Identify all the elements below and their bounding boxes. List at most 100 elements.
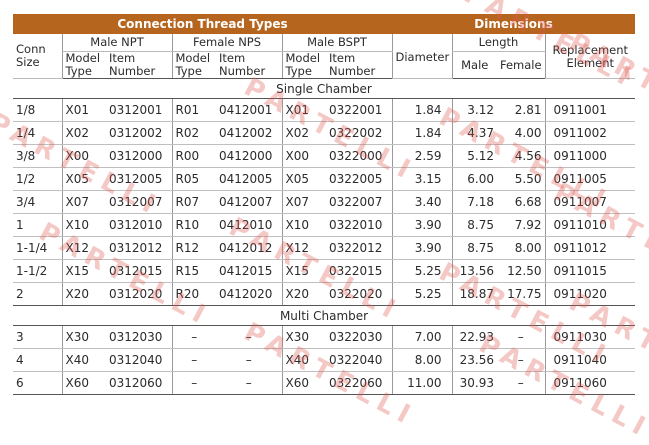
female-nps-item-cell: 0412002	[216, 121, 282, 145]
male-npt-item-cell: 0312000	[106, 144, 172, 168]
female-nps-item-cell: 0412015	[216, 259, 282, 283]
male-npt-item-cell: 0312020	[106, 282, 172, 306]
female-nps-model-cell: –	[171, 371, 216, 395]
header-row-groups: Conn Size Male NPT Female NPS Male BSPT …	[13, 34, 636, 79]
female-nps-item-cell: 0412007	[216, 190, 282, 214]
male-bspt-item-cell: 0322001	[326, 98, 392, 122]
conn-size-cell: 2	[13, 282, 62, 306]
male-bspt-model-cell: X05	[281, 167, 326, 191]
male-bspt-header: Male BSPT	[281, 34, 392, 52]
male-npt-item-cell: 0312010	[106, 213, 172, 237]
replacement-element-cell: 0911000	[544, 144, 636, 168]
male-bspt-item-cell: 0322060	[326, 371, 392, 395]
male-npt-item-cell: 0312040	[106, 348, 172, 372]
length-female-header: Female	[497, 51, 545, 79]
male-bspt-item-cell: 0322012	[326, 236, 392, 260]
length-female-cell: 17.75	[497, 282, 545, 306]
group-heading-row: Multi Chamber	[13, 305, 636, 326]
replacement-element-header: Replacement Element	[544, 34, 636, 79]
diameter-cell: 1.84	[391, 98, 452, 122]
male-bspt-item-cell: 0322002	[326, 121, 392, 145]
length-female-cell: 4.56	[497, 144, 545, 168]
length-male-header: Male	[451, 51, 497, 79]
male-npt-model-cell: X40	[61, 348, 106, 372]
conn-size-cell: 3/8	[13, 144, 62, 168]
female-nps-model-cell: –	[171, 325, 216, 349]
length-male-cell: 5.12	[451, 144, 497, 168]
table-row: 3/4 X07 0312007 R07 0412007 X07 0322007 3.40 7.1…	[13, 190, 636, 214]
table-row: 3/8 X00 0312000 R00 0412000 X00 0322000 2.59 5.1…	[13, 144, 636, 168]
length-male-cell: 8.75	[451, 213, 497, 237]
male-npt-model-cell: X15	[61, 259, 106, 283]
replacement-element-cell: 0911015	[544, 259, 636, 283]
dimensions-heading: Dimensions	[392, 14, 636, 34]
female-nps-item-cell: –	[216, 325, 282, 349]
female-nps-header: Female NPS	[171, 34, 282, 52]
female-nps-item-cell: 0412020	[216, 282, 282, 306]
table-row: 6 X60 0312060– – X60 0322060 11.00 30.93–091106…	[13, 371, 636, 395]
table-row: 2 X20 0312020 R20 0412020 X20 0322020 5.25 18.87…	[13, 282, 636, 306]
length-female-cell: –	[497, 348, 545, 372]
female-nps-item-cell: –	[216, 371, 282, 395]
male-bspt-model-cell: X15	[281, 259, 326, 283]
replacement-element-cell: 0911040	[544, 348, 636, 372]
male-bspt-item-cell: 0322010	[326, 213, 392, 237]
table-row: 1 X10 0312010 R10 0412010 X10 0322010 3.90 8.75 7…	[13, 213, 636, 237]
length-female-cell: 4.00	[497, 121, 545, 145]
replacement-element-cell: 0911060	[544, 371, 636, 395]
male-bspt-model-type-header: Model Type	[281, 51, 326, 79]
female-nps-model-cell: R20	[171, 282, 216, 306]
conn-size-cell: 1-1/4	[13, 236, 62, 260]
replacement-element-cell: 0911020	[544, 282, 636, 306]
male-npt-model-cell: X00	[61, 144, 106, 168]
length-male-cell: 23.56	[451, 348, 497, 372]
female-nps-item-cell: 0412010	[216, 213, 282, 237]
female-nps-item-cell: 0412001	[216, 98, 282, 122]
male-bspt-model-cell: X10	[281, 213, 326, 237]
replacement-element-cell: 0911012	[544, 236, 636, 260]
female-nps-model-cell: R15	[171, 259, 216, 283]
male-bspt-item-cell: 0322000	[326, 144, 392, 168]
male-bspt-model-cell: X00	[281, 144, 326, 168]
male-bspt-model-cell: X30	[281, 325, 326, 349]
male-npt-model-cell: X01	[61, 98, 106, 122]
connection-spec-table: Connection Thread Types Dimensions Conn …	[13, 14, 636, 395]
length-male-cell: 6.00	[451, 167, 497, 191]
male-npt-model-type-header: Model Type	[61, 51, 106, 79]
diameter-cell: 7.00	[391, 325, 452, 349]
spec-table-container: Connection Thread Types Dimensions Conn …	[13, 14, 636, 395]
male-bspt-model-cell: X60	[281, 371, 326, 395]
length-female-cell: 5.50	[497, 167, 545, 191]
male-npt-model-cell: X07	[61, 190, 106, 214]
conn-size-header: Conn Size	[13, 34, 62, 79]
diameter-cell: 8.00	[391, 348, 452, 372]
length-female-cell: 2.81	[497, 98, 545, 122]
replacement-element-cell: 0911005	[544, 167, 636, 191]
male-npt-model-cell: X30	[61, 325, 106, 349]
conn-size-cell: 3/4	[13, 190, 62, 214]
conn-size-cell: 1-1/2	[13, 259, 62, 283]
male-npt-header: Male NPT	[61, 34, 172, 52]
male-bspt-item-cell: 0322007	[326, 190, 392, 214]
female-nps-model-type-header: Model Type	[171, 51, 216, 79]
male-npt-model-cell: X02	[61, 121, 106, 145]
length-male-cell: 13.56	[451, 259, 497, 283]
male-bspt-model-cell: X20	[281, 282, 326, 306]
length-female-cell: –	[497, 371, 545, 395]
table-row: 1/8 X01 0312001 R01 0412001 X01 0322001 1.84 3.1…	[13, 98, 636, 122]
male-npt-model-cell: X12	[61, 236, 106, 260]
male-npt-model-cell: X20	[61, 282, 106, 306]
male-bspt-item-cell: 0322020	[326, 282, 392, 306]
female-nps-model-cell: –	[171, 348, 216, 372]
female-nps-model-cell: R12	[171, 236, 216, 260]
length-male-cell: 4.37	[451, 121, 497, 145]
length-male-cell: 18.87	[451, 282, 497, 306]
male-npt-item-number-header: Item Number	[106, 51, 172, 79]
male-npt-item-cell: 0312015	[106, 259, 172, 283]
length-female-cell: 8.00	[497, 236, 545, 260]
header-band: Connection Thread Types Dimensions	[13, 14, 636, 34]
female-nps-item-cell: 0412012	[216, 236, 282, 260]
diameter-cell: 3.90	[391, 213, 452, 237]
table-row: 1-1/2 X15 0312015 R15 0412015 X15 0322015 5.25 1…	[13, 259, 636, 283]
male-bspt-model-cell: X40	[281, 348, 326, 372]
